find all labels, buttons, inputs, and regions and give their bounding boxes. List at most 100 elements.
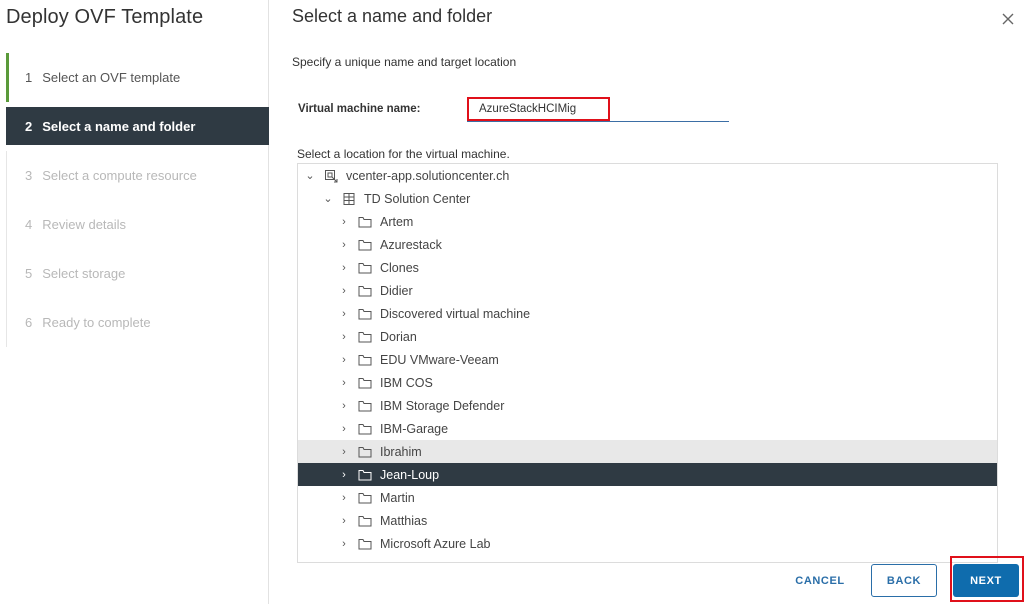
chevron-right-icon[interactable]: › [338,469,350,481]
tree-node-label: Didier [380,283,413,298]
close-icon[interactable] [998,10,1018,30]
folder-icon [356,492,374,504]
chevron-right-icon[interactable]: › [338,239,350,251]
folder-icon [356,446,374,458]
folder-icon [356,400,374,412]
folder-icon [356,262,374,274]
tree-node-label: Discovered virtual machine [380,306,531,321]
tree-node-folder[interactable]: › IBM COS [298,371,997,394]
tree-node-folder[interactable]: › Discovered virtual machine [298,302,997,325]
location-label: Select a location for the virtual machin… [297,147,510,161]
tree-node-label: Ibrahim [380,444,422,459]
chevron-right-icon[interactable]: › [338,538,350,550]
chevron-right-icon[interactable]: › [338,308,350,320]
tree-node-label: IBM Storage Defender [380,398,505,413]
tree-node-folder[interactable]: › Dorian [298,325,997,348]
step-review-details: 4 Review details [6,200,269,249]
chevron-right-icon[interactable]: › [338,262,350,274]
main-pane: Select a name and folder Specify a uniqu… [270,0,1024,604]
vm-name-field-wrap [467,97,729,122]
vm-name-input[interactable] [467,97,610,121]
wizard-title: Deploy OVF Template [6,6,204,28]
tree-node-label: vcenter-app.solutioncenter.ch [346,168,510,183]
folder-icon [356,423,374,435]
chevron-right-icon[interactable]: › [338,285,350,297]
tree-node-label: EDU VMware-Veeam [380,352,499,367]
step-number: 1 [25,70,33,85]
step-select-name-and-folder[interactable]: 2 Select a name and folder [6,107,269,145]
step-number: 2 [25,118,33,134]
tree-node-folder[interactable]: › Matthias [298,509,997,532]
folder-icon [356,285,374,297]
tree-node-folder[interactable]: › EDU VMware-Veeam [298,348,997,371]
tree-node-folder[interactable]: › Azurestack [298,233,997,256]
page-subtitle: Specify a unique name and target locatio… [292,55,517,69]
chevron-right-icon[interactable]: › [338,446,350,458]
folder-icon [356,354,374,366]
chevron-right-icon[interactable]: › [338,377,350,389]
step-number: 6 [25,315,33,330]
tree-node-label: Artem [380,214,414,229]
folder-icon [356,469,374,481]
tree-node-label: Azurestack [380,237,442,252]
tree-node-label: Microsoft Azure Lab [380,536,491,551]
chevron-right-icon[interactable]: › [338,423,350,435]
back-button[interactable]: BACK [871,564,937,597]
tree-node-label: Clones [380,260,419,275]
folder-icon [356,538,374,550]
chevron-right-icon[interactable]: › [338,492,350,504]
tree-node-datacenter[interactable]: ⌄ TD Solution Center [298,187,997,210]
vcenter-icon [322,169,340,183]
folder-icon [356,308,374,320]
vm-name-label: Virtual machine name: [298,103,421,115]
folder-icon [356,331,374,343]
tree-node-label: Matthias [380,513,428,528]
step-label: Select storage [42,266,126,281]
step-ready-to-complete: 6 Ready to complete [6,298,269,347]
chevron-down-icon[interactable]: ⌄ [322,192,334,205]
step-label: Review details [42,217,127,232]
step-select-ovf-template[interactable]: 1 Select an OVF template [6,53,269,102]
tree-node-folder[interactable]: › Ibrahim [298,440,997,463]
tree-node-folder[interactable]: › Clones [298,256,997,279]
wizard-steps: 1 Select an OVF template 2 Select a name… [6,53,269,347]
folder-icon [356,216,374,228]
page-title: Select a name and folder [292,6,493,26]
tree-node-label: IBM COS [380,375,433,390]
folder-icon [356,239,374,251]
folder-icon [356,515,374,527]
location-tree[interactable]: ⌄ vcenter-app.solutioncenter.ch ⌄ TD Sol… [297,163,998,563]
chevron-right-icon[interactable]: › [338,331,350,343]
step-label: Ready to complete [42,315,151,330]
wizard-sidebar: Deploy OVF Template 1 Select an OVF temp… [0,0,269,604]
chevron-down-icon[interactable]: ⌄ [304,169,316,182]
step-label: Select a compute resource [42,168,197,183]
folder-icon [356,377,374,389]
tree-node-label: TD Solution Center [364,191,471,206]
tree-node-folder[interactable]: › Jean-Loup [298,463,997,486]
tree-node-folder[interactable]: › Microsoft Azure Lab [298,532,997,555]
step-number: 5 [25,266,33,281]
tree-node-folder[interactable]: › Didier [298,279,997,302]
step-number: 3 [25,168,33,183]
tree-node-folder[interactable]: › Martin [298,486,997,509]
tree-node-folder[interactable]: › IBM-Garage [298,417,997,440]
tree-node-folder[interactable]: › Artem [298,210,997,233]
step-number: 4 [25,217,33,232]
tree-node-folder[interactable]: › IBM Storage Defender [298,394,997,417]
step-label: Select an OVF template [42,70,181,85]
chevron-right-icon[interactable]: › [338,515,350,527]
step-select-compute-resource: 3 Select a compute resource [6,151,269,200]
tree-node-label: IBM-Garage [380,421,449,436]
step-select-storage: 5 Select storage [6,249,269,298]
next-button[interactable]: NEXT [953,564,1019,597]
tree-node-label: Jean-Loup [380,467,440,482]
step-label: Select a name and folder [42,118,196,134]
chevron-right-icon[interactable]: › [338,216,350,228]
datacenter-icon [340,192,358,206]
chevron-right-icon[interactable]: › [338,400,350,412]
tree-node-label: Dorian [380,329,417,344]
chevron-right-icon[interactable]: › [338,354,350,366]
cancel-button[interactable]: CANCEL [780,566,860,596]
tree-node-vcenter[interactable]: ⌄ vcenter-app.solutioncenter.ch [298,164,997,187]
